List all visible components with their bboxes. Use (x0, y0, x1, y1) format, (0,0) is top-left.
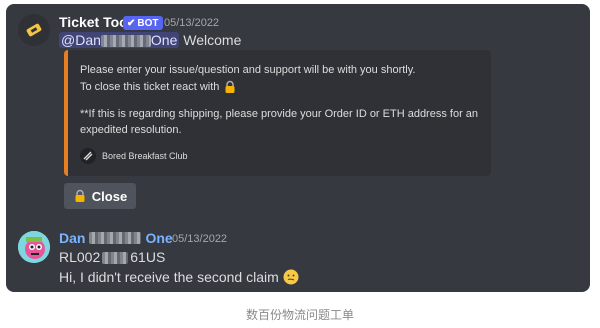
user-message-text: Hi, I didn't receive the second claim (59, 269, 279, 285)
punk-avatar-icon (18, 231, 50, 263)
emoji-icon (283, 269, 299, 285)
bot-author-name[interactable]: Ticket Tool (59, 14, 132, 30)
close-ticket-button[interactable]: Close (64, 183, 136, 209)
embed-footer: Bored Breakfast Club (80, 148, 188, 164)
redacted-block (89, 232, 142, 244)
embed-line-4: expedited resolution. (80, 124, 182, 136)
bot-welcome-line: @Dan One Welcome (59, 32, 241, 48)
user-avatar[interactable] (18, 231, 50, 263)
lock-icon (75, 189, 85, 202)
user-mention[interactable]: @Dan One (59, 32, 180, 48)
close-button-label: Close (91, 188, 128, 204)
verified-check-icon: ✔ (127, 17, 136, 29)
embed-line-2: To close this ticket react with (80, 80, 237, 94)
bot-timestamp: 05/13/2022 (164, 17, 220, 29)
image-caption: 数百份物流问题工单 (245, 308, 354, 322)
user-message-line-1: RL002 61US (59, 249, 166, 265)
embed-line-3: **If this is regarding shipping, please … (80, 108, 479, 120)
server-logo-icon (80, 148, 96, 164)
ticket-icon (26, 23, 42, 37)
user-message-line-2: Hi, I didn't receive the second claim (59, 269, 299, 285)
chat-panel: Ticket Tool ✔ BOT 05/13/2022 @Dan One Wel… (6, 4, 590, 292)
redacted-block (100, 35, 151, 48)
embed-line-1: Please enter your issue/question and sup… (80, 64, 416, 76)
ticket-embed: Please enter your issue/question and sup… (64, 50, 491, 176)
embed-line-2-text: To close this ticket react with (80, 81, 220, 93)
redacted-block (102, 252, 129, 265)
user-author-name[interactable]: Dan One (59, 230, 173, 246)
bot-badge: ✔ BOT (123, 16, 163, 30)
welcome-text: Welcome (183, 32, 242, 48)
embed-footer-text: Bored Breakfast Club (102, 151, 188, 161)
bot-badge-label: BOT (137, 17, 159, 29)
lock-icon (225, 80, 235, 93)
bot-avatar[interactable] (18, 14, 50, 46)
user-timestamp: 05/13/2022 (172, 233, 228, 245)
